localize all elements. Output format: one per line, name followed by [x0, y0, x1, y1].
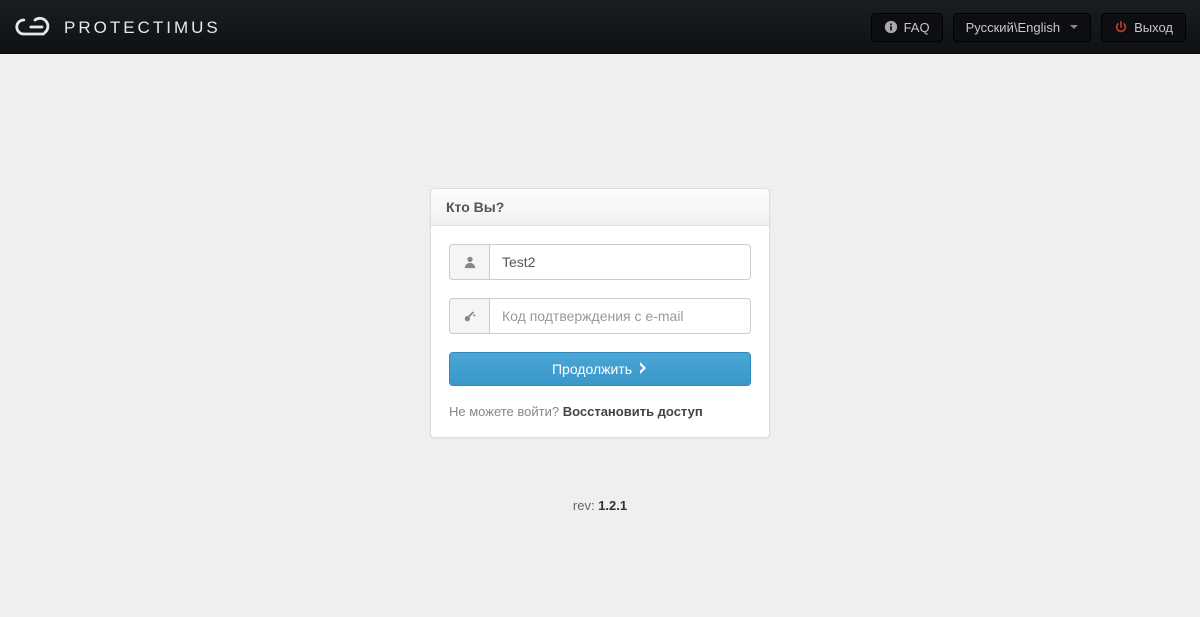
- brand-link[interactable]: PROTECTIMUS: [14, 13, 221, 41]
- page-body: Кто Вы? Продолжить Не: [0, 54, 1200, 513]
- continue-button[interactable]: Продолжить: [449, 352, 751, 386]
- logout-label: Выход: [1134, 20, 1173, 35]
- revision-label: rev: 1.2.1: [573, 498, 627, 513]
- top-navbar: PROTECTIMUS FAQ Русский\English Выход: [0, 0, 1200, 54]
- chevron-right-icon: [638, 361, 648, 377]
- username-group: [449, 244, 751, 280]
- username-input[interactable]: [489, 244, 751, 280]
- faq-button[interactable]: FAQ: [871, 13, 943, 42]
- code-input[interactable]: [489, 298, 751, 334]
- code-group: [449, 298, 751, 334]
- language-label: Русский\English: [966, 20, 1061, 35]
- brand-name: PROTECTIMUS: [64, 16, 221, 39]
- chevron-down-icon: [1070, 25, 1078, 29]
- language-switcher[interactable]: Русский\English: [953, 13, 1092, 42]
- continue-label: Продолжить: [552, 361, 632, 377]
- brand-logo-icon: [14, 13, 56, 41]
- recover-link[interactable]: Восстановить доступ: [563, 404, 703, 419]
- recover-prefix: Не можете войти?: [449, 404, 563, 419]
- key-icon: [449, 298, 489, 334]
- logout-button[interactable]: Выход: [1101, 13, 1186, 42]
- user-icon: [449, 244, 489, 280]
- info-icon: [884, 20, 898, 34]
- login-panel: Кто Вы? Продолжить Не: [430, 188, 770, 438]
- panel-title: Кто Вы?: [431, 189, 769, 226]
- recover-row: Не можете войти? Восстановить доступ: [449, 404, 751, 419]
- power-icon: [1114, 20, 1128, 34]
- faq-label: FAQ: [904, 20, 930, 35]
